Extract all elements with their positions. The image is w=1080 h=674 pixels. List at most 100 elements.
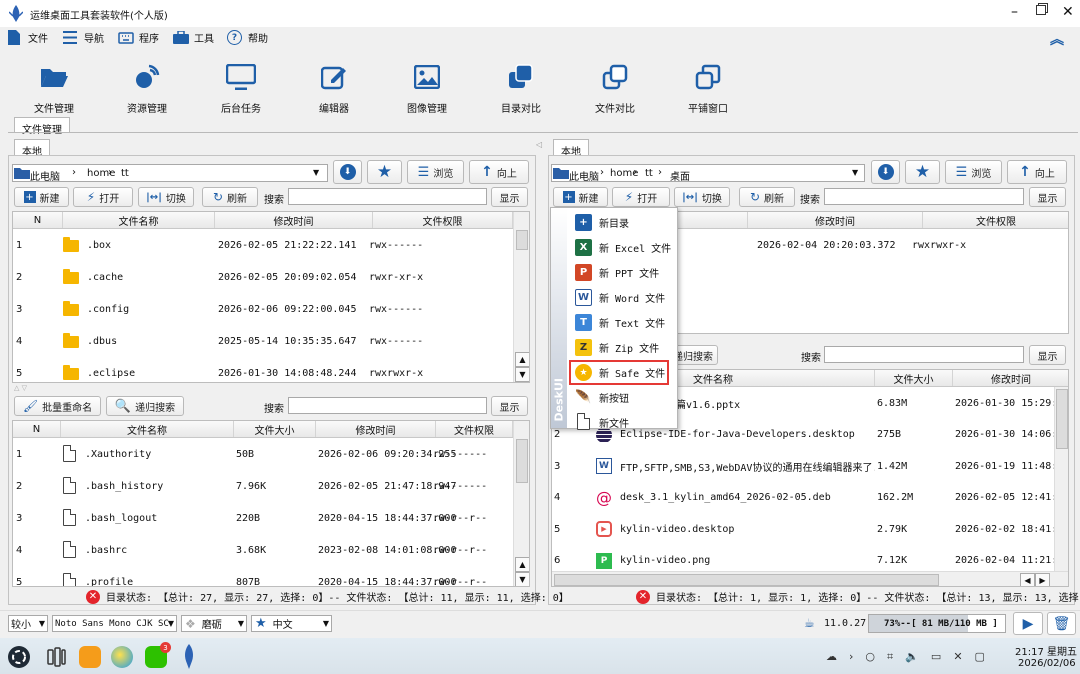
cloud-icon[interactable]: ☁ <box>826 650 837 664</box>
scroll-thumb[interactable] <box>516 230 528 250</box>
left-file-show-button[interactable]: 显示 <box>491 396 528 416</box>
right-file-scrollbar[interactable] <box>1054 387 1068 571</box>
scroll-thumb[interactable] <box>516 439 528 483</box>
menu-item-new-zip[interactable]: Z 新 Zip 文件 <box>569 335 677 360</box>
table-row[interactable]: 1 .Xauthority 50B 2026-02-06 09:20:34.255 rw… <box>13 438 513 470</box>
theme-select[interactable]: ❖ 磨砺 ▼ <box>181 615 247 632</box>
chevron-right-icon[interactable]: › <box>849 650 853 664</box>
collapse-up-icon[interactable]: ︽ <box>1050 29 1064 49</box>
right-hscrollbar[interactable]: ◀ ▶ <box>552 571 1068 586</box>
close-icon[interactable]: ✕ <box>1062 4 1074 20</box>
right-switch-button[interactable]: |↔| 切换 <box>674 187 730 207</box>
menu-item-new-excel[interactable]: X 新 Excel 文件 <box>569 235 677 260</box>
minimize-icon[interactable]: – <box>1011 4 1018 20</box>
menu-tools[interactable]: 工具 <box>173 30 214 45</box>
font-select[interactable]: Noto Sans Mono CJK SC ▼ <box>52 615 177 632</box>
table-row[interactable]: 5 .eclipse 2026-01-30 14:08:48.244 rwxrwxr-… <box>13 357 513 382</box>
monitor-icon[interactable]: ▭ <box>931 650 941 664</box>
menu-nav[interactable]: 导航 <box>63 30 104 45</box>
right-path-seg-tt[interactable]: tt <box>645 168 653 179</box>
menu-program[interactable]: 程序 <box>118 30 159 45</box>
left-show-button[interactable]: 显示 <box>491 187 528 207</box>
right-show-button[interactable]: 显示 <box>1029 187 1066 207</box>
scroll-thumb[interactable] <box>1056 389 1068 449</box>
toolbar-resource-manager[interactable]: 资源管理 <box>117 62 177 115</box>
menu-help[interactable]: ? 帮助 <box>227 30 268 45</box>
right-browse-button[interactable]: ☰ 浏览 <box>945 160 1002 184</box>
left-file-search-input[interactable] <box>288 397 487 414</box>
left-download-button[interactable]: ⬇ <box>333 160 362 184</box>
run-button[interactable]: ▶ <box>1013 612 1043 635</box>
table-row[interactable]: 1 .box 2026-02-05 21:22:22.141 rwx------ <box>13 229 513 261</box>
table-row[interactable]: 5 .profile 807B 2020-04-15 18:44:37.000 rw-r… <box>13 566 513 586</box>
dropdown-arrow-icon[interactable]: ▼ <box>313 168 319 177</box>
tab-left-local[interactable]: 本地 <box>14 139 50 158</box>
browser-app-icon[interactable] <box>111 646 133 668</box>
right-path-combo[interactable]: 此电脑 › home › tt › 桌面 ▼ <box>551 164 865 183</box>
right-open-button[interactable]: ⚡ 打开 <box>612 187 670 207</box>
left-recursive-search-button[interactable]: 🔍 递归搜索 <box>106 396 184 416</box>
scroll-up-icon[interactable]: ▲ <box>515 557 529 572</box>
menu-item-new-ppt[interactable]: P 新 PPT 文件 <box>569 260 677 285</box>
clock-date[interactable]: 2026/02/06 <box>1018 658 1076 669</box>
scroll-down-icon[interactable]: ▼ <box>515 367 529 382</box>
left-file-scrollbar[interactable]: ▲ ▼ <box>513 421 529 586</box>
maximize-icon[interactable] <box>1036 5 1046 15</box>
right-path-root[interactable]: 此电脑 <box>569 168 599 183</box>
left-path-combo[interactable]: 此电脑 › home › tt ▼ <box>12 164 328 183</box>
left-browse-button[interactable]: ☰ 浏览 <box>407 160 464 184</box>
multitask-view-icon[interactable] <box>45 646 67 668</box>
left-split-arrows[interactable]: △ ▽ <box>14 384 27 392</box>
table-row[interactable]: 3 .bash_logout 220B 2020-04-15 18:44:37.000… <box>13 502 513 534</box>
tab-right-local[interactable]: 本地 <box>553 139 589 158</box>
start-menu-icon[interactable] <box>8 646 30 668</box>
toolbar-background-tasks[interactable]: 后台任务 <box>211 62 271 115</box>
menu-item-new-text[interactable]: T 新 Text 文件 <box>569 310 677 335</box>
desk-app-icon[interactable] <box>178 644 200 669</box>
menu-item-new-dir[interactable]: + 新目录 <box>569 210 677 235</box>
chat-icon[interactable]: ▢ <box>975 650 985 664</box>
trash-button[interactable]: 🗑 <box>1047 612 1076 635</box>
toolbar-file-compare[interactable]: 文件对比 <box>585 62 645 115</box>
right-bookmark-button[interactable]: ★ <box>905 160 940 184</box>
volume-icon[interactable]: 🔈 <box>905 650 919 664</box>
left-search-input[interactable] <box>288 188 487 205</box>
left-new-button[interactable]: + 新建 <box>14 187 69 207</box>
language-select[interactable]: ★ 中文 ▼ <box>251 615 332 632</box>
splitter-left-arrow[interactable]: ◁ <box>536 140 542 149</box>
menu-item-new-safe[interactable]: ★ 新 Safe 文件 <box>569 360 669 385</box>
network-off-icon[interactable]: ✕ <box>953 650 962 664</box>
table-row[interactable]: 3 .config 2026-02-06 09:22:00.045 rwx------ <box>13 293 513 325</box>
right-search-input[interactable] <box>824 188 1024 205</box>
clipboard-icon[interactable]: ⌗ <box>887 650 893 664</box>
wechat-app-icon[interactable]: 3 <box>145 642 171 668</box>
search-icon[interactable]: ○ <box>865 650 875 664</box>
clock-time[interactable]: 21:17 星期五 <box>1015 643 1077 658</box>
right-new-button[interactable]: + 新建 <box>553 187 608 207</box>
table-row[interactable]: 3 W FTP,SFTP,SMB,S3,WebDAV协议的通用在线编辑器来了.doc… <box>552 450 1068 482</box>
left-dir-scrollbar[interactable]: ▲ ▼ <box>513 212 529 382</box>
left-up-button[interactable]: ↑ 向上 <box>469 160 529 184</box>
table-row[interactable]: 2 .cache 2026-02-05 20:09:02.054 rwxr-xr-x <box>13 261 513 293</box>
scroll-right-icon[interactable]: ▶ <box>1035 573 1050 586</box>
left-open-button[interactable]: ⚡ 打开 <box>73 187 133 207</box>
left-switch-button[interactable]: |↔| 切换 <box>138 187 194 207</box>
toolbar-image-manager[interactable]: 图像管理 <box>397 62 457 115</box>
left-path-root[interactable]: 此电脑 <box>30 168 60 183</box>
toolbar-dir-compare[interactable]: 目录对比 <box>491 62 551 115</box>
dropdown-arrow-icon[interactable]: ▼ <box>852 168 858 177</box>
tab-file-manager[interactable]: 文件管理 <box>14 117 70 136</box>
scroll-down-icon[interactable]: ▼ <box>515 572 529 586</box>
menu-file[interactable]: 文件 <box>8 30 48 45</box>
toolbar-file-manager[interactable]: 文件管理 <box>24 62 84 115</box>
left-batch-rename-button[interactable]: 🖌 批量重命名 <box>14 396 101 416</box>
menu-item-new-word[interactable]: W 新 Word 文件 <box>569 285 677 310</box>
right-up-button[interactable]: ↑ 向上 <box>1007 160 1067 184</box>
left-path-seg-tt[interactable]: tt <box>121 168 129 179</box>
left-bookmark-button[interactable]: ★ <box>367 160 402 184</box>
right-download-button[interactable]: ⬇ <box>871 160 900 184</box>
right-path-seg-desktop[interactable]: 桌面 <box>670 168 690 183</box>
table-row[interactable]: 4 @ desk_3.1_kylin_amd64_2026-02-05.deb 162… <box>552 482 1068 514</box>
toolbar-editor[interactable]: 编辑器 <box>304 62 364 115</box>
right-file-show-button[interactable]: 显示 <box>1029 345 1066 365</box>
